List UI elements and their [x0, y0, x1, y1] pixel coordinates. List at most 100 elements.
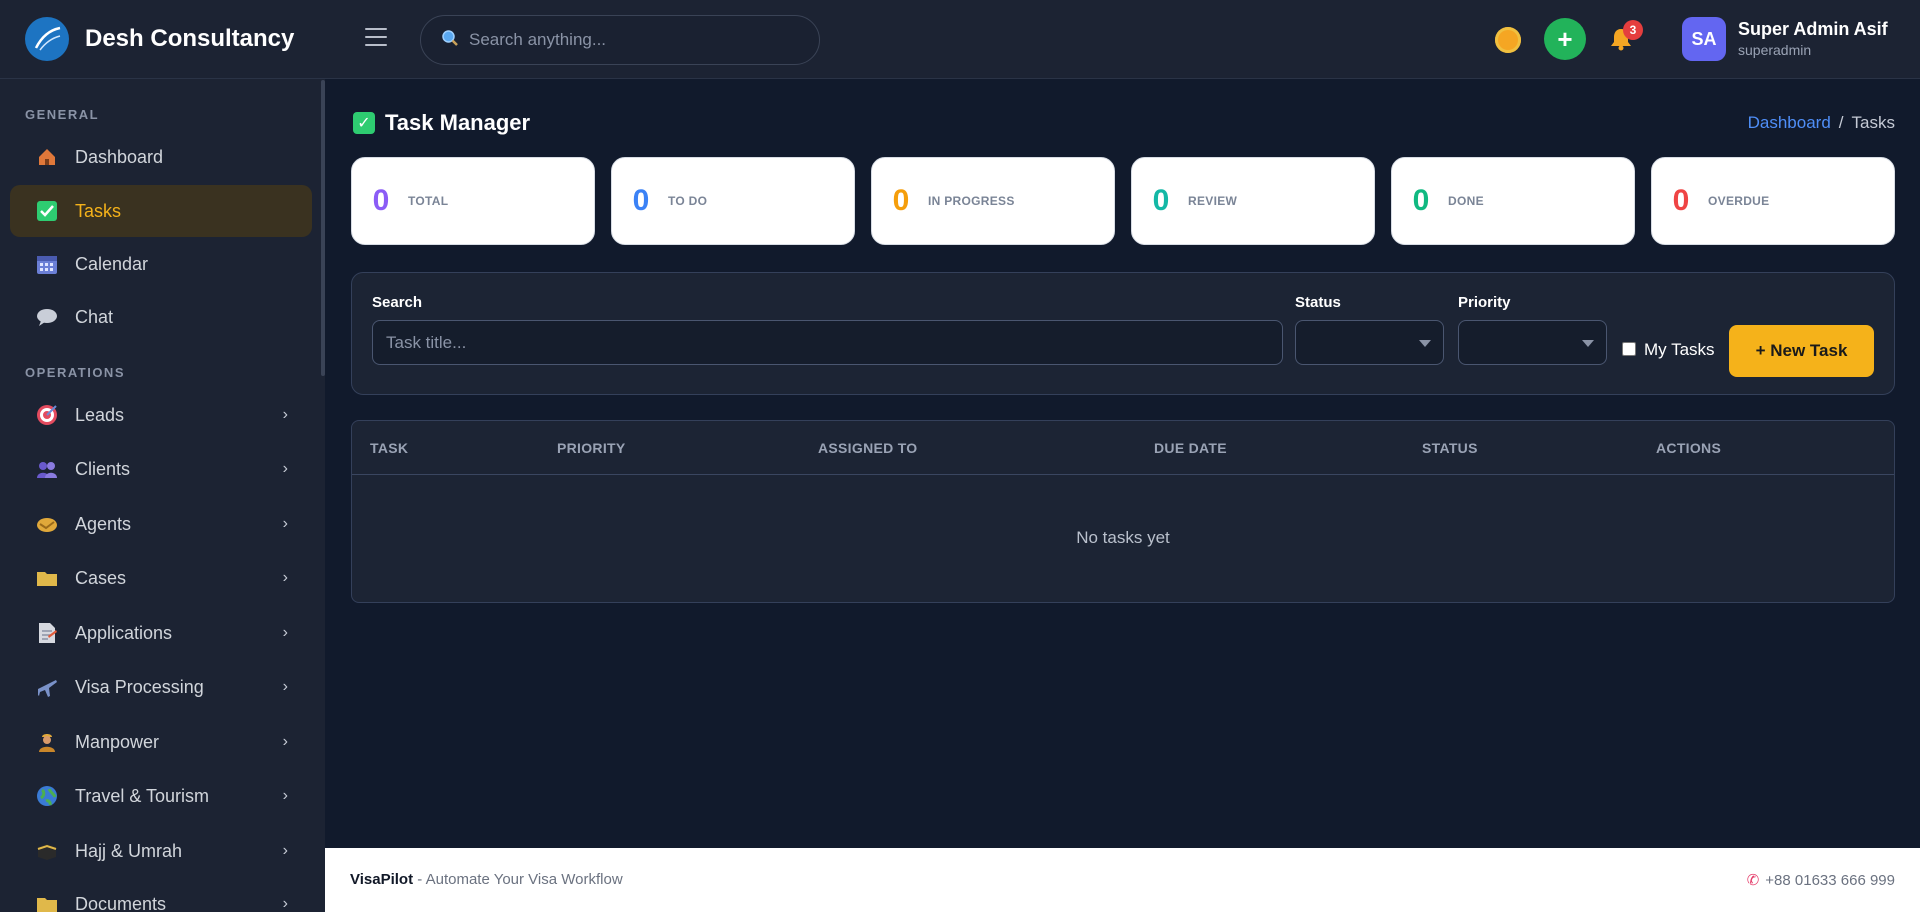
- top-header: + 3 SA Super Admin Asif superadmin: [325, 0, 1920, 79]
- sidebar-item-label: Chat: [75, 306, 114, 327]
- status-label: Status: [1295, 294, 1341, 311]
- sidebar-item-label: Dashboard: [75, 146, 164, 167]
- chevron-right-icon: ›: [282, 678, 288, 695]
- stat-label: OVERDUE: [1708, 194, 1770, 208]
- kaaba-icon: [35, 839, 59, 863]
- globe-icon: [35, 784, 59, 808]
- stat-value: 0: [372, 184, 390, 217]
- sidebar-item-label: Tasks: [75, 200, 122, 221]
- column-header-task[interactable]: TASK: [370, 440, 408, 456]
- sidebar-item-label: Travel & Tourism: [75, 785, 210, 806]
- stat-card-review: 0 REVIEW: [1131, 157, 1375, 245]
- stat-value: 0: [1412, 184, 1430, 217]
- sidebar-item-documents[interactable]: Documents ›: [10, 878, 312, 912]
- chevron-right-icon: ›: [282, 842, 288, 859]
- user-name[interactable]: Super Admin Asif: [1738, 19, 1888, 40]
- sidebar-item-clients[interactable]: Clients ›: [10, 443, 312, 495]
- sidebar-item-chat[interactable]: Chat: [10, 291, 312, 343]
- stat-card-todo: 0 TO DO: [611, 157, 855, 245]
- stat-card-in-progress: 0 IN PROGRESS: [871, 157, 1115, 245]
- brand[interactable]: Desh Consultancy: [0, 0, 325, 79]
- my-tasks-checkbox[interactable]: [1622, 342, 1636, 356]
- sidebar-scrollbar[interactable]: [321, 80, 325, 376]
- chevron-right-icon: ›: [282, 569, 288, 586]
- sidebar-item-label: Agents: [75, 513, 132, 534]
- column-header-assigned-to[interactable]: ASSIGNED TO: [818, 440, 918, 456]
- empty-state-text: No tasks yet: [1076, 528, 1170, 547]
- footer-brand-name: VisaPilot: [350, 871, 414, 888]
- column-header-priority[interactable]: PRIORITY: [557, 440, 626, 456]
- folder-icon: [35, 566, 59, 590]
- table-header: TASK PRIORITY ASSIGNED TO DUE DATE STATU…: [352, 421, 1894, 475]
- avatar[interactable]: SA: [1682, 17, 1726, 61]
- sidebar-item-leads[interactable]: Leads ›: [10, 389, 312, 441]
- chat-bubble-icon: [35, 305, 59, 329]
- chevron-right-icon: ›: [282, 733, 288, 750]
- chevron-down-icon: [1419, 340, 1431, 347]
- quick-add-button[interactable]: +: [1544, 18, 1586, 60]
- sidebar-item-label: Calendar: [75, 253, 149, 274]
- search-icon: [441, 29, 459, 52]
- sidebar-item-cases[interactable]: Cases ›: [10, 552, 312, 604]
- menu-toggle-icon[interactable]: [365, 28, 387, 50]
- sidebar-item-label: Leads: [75, 404, 125, 425]
- task-search-input[interactable]: Task title...: [372, 320, 1283, 365]
- sidebar-item-hajj-umrah[interactable]: Hajj & Umrah ›: [10, 825, 312, 877]
- chevron-right-icon: ›: [282, 624, 288, 641]
- sidebar: Desh Consultancy GENERAL Dashboard Tasks…: [0, 0, 325, 912]
- sidebar-item-visa-processing[interactable]: Visa Processing ›: [10, 661, 312, 713]
- people-icon: [35, 457, 59, 481]
- footer-brand: VisaPilot - Automate Your Visa Workflow: [350, 871, 623, 888]
- sidebar-item-label: Clients: [75, 458, 131, 479]
- sidebar-item-manpower[interactable]: Manpower ›: [10, 716, 312, 768]
- column-header-due-date[interactable]: DUE DATE: [1154, 440, 1227, 456]
- sidebar-item-applications[interactable]: Applications ›: [10, 607, 312, 659]
- sidebar-item-label: Visa Processing: [75, 676, 204, 697]
- folder-icon: [35, 892, 59, 912]
- document-icon: [35, 621, 59, 645]
- stat-label: DONE: [1448, 194, 1484, 208]
- notification-count-badge: 3: [1623, 20, 1643, 40]
- sidebar-item-travel-tourism[interactable]: Travel & Tourism ›: [10, 770, 312, 822]
- sidebar-item-agents[interactable]: Agents ›: [10, 498, 312, 550]
- section-label-general: GENERAL: [25, 107, 100, 122]
- calendar-icon: [35, 252, 59, 276]
- checkbox-icon: ✓: [353, 112, 375, 134]
- page-title: ✓ Task Manager: [353, 110, 530, 136]
- stat-value: 0: [632, 184, 650, 217]
- user-role: superadmin: [1738, 42, 1812, 58]
- my-tasks-label[interactable]: My Tasks: [1644, 340, 1715, 360]
- stat-label: IN PROGRESS: [928, 194, 1015, 208]
- chevron-right-icon: ›: [282, 895, 288, 912]
- status-select[interactable]: [1295, 320, 1444, 365]
- theme-toggle-sun-icon[interactable]: [1495, 27, 1521, 53]
- phone-icon: ✆: [1746, 872, 1760, 889]
- stat-card-overdue: 0 OVERDUE: [1651, 157, 1895, 245]
- section-label-operations: OPERATIONS: [25, 365, 125, 380]
- sidebar-item-label: Hajj & Umrah: [75, 840, 183, 861]
- task-search-placeholder: Task title...: [386, 333, 467, 352]
- breadcrumb-home-link[interactable]: Dashboard: [1748, 113, 1831, 132]
- sidebar-item-dashboard[interactable]: Dashboard: [10, 131, 312, 183]
- sidebar-item-label: Documents: [75, 893, 167, 912]
- chevron-right-icon: ›: [282, 787, 288, 804]
- column-header-status[interactable]: STATUS: [1422, 440, 1478, 456]
- sidebar-item-label: Manpower: [75, 731, 160, 752]
- filter-panel: Search Task title... Status Priority My …: [351, 272, 1895, 395]
- priority-select[interactable]: [1458, 320, 1607, 365]
- tasks-table: TASK PRIORITY ASSIGNED TO DUE DATE STATU…: [351, 420, 1895, 603]
- global-search[interactable]: [420, 15, 820, 65]
- stat-value: 0: [1152, 184, 1170, 217]
- sidebar-item-tasks[interactable]: Tasks: [10, 185, 312, 237]
- sidebar-item-calendar[interactable]: Calendar: [10, 238, 312, 290]
- checkbox-icon: [35, 199, 59, 223]
- stat-label: TOTAL: [408, 194, 449, 208]
- footer-phone-number: +88 01633 666 999: [1765, 872, 1895, 889]
- column-header-actions: ACTIONS: [1656, 440, 1722, 456]
- footer-phone[interactable]: ✆ +88 01633 666 999: [1747, 871, 1895, 889]
- breadcrumb-current: Tasks: [1851, 113, 1895, 132]
- search-input[interactable]: [469, 30, 789, 50]
- chevron-down-icon: [1582, 340, 1594, 347]
- chevron-right-icon: ›: [282, 460, 288, 477]
- new-task-button[interactable]: + New Task: [1729, 325, 1874, 377]
